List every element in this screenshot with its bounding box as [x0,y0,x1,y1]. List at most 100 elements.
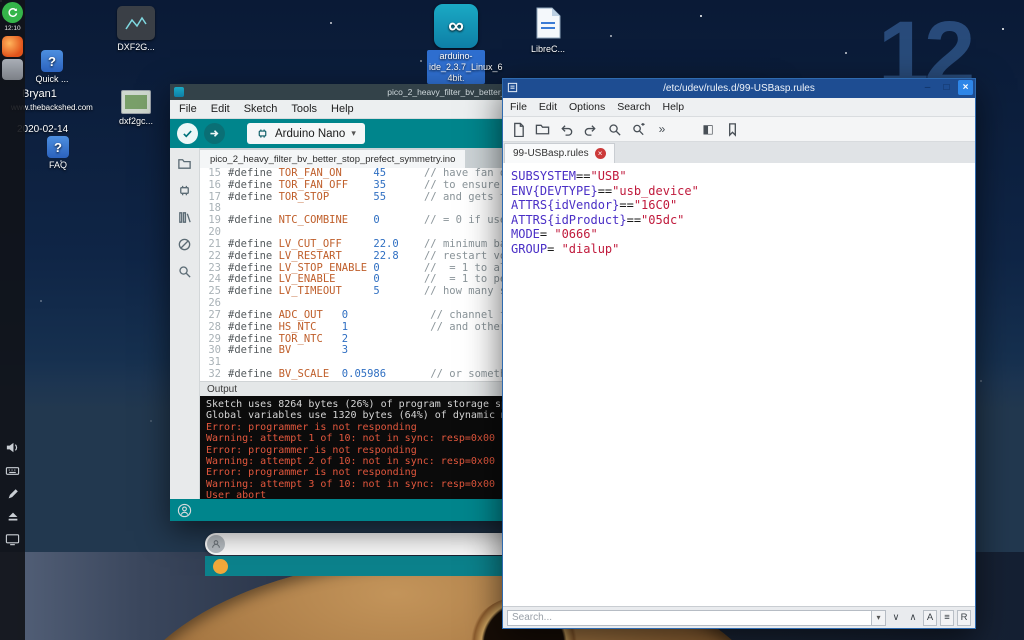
arduino-menu-sketch[interactable]: Sketch [244,103,278,115]
desktop-icon-arduino-ide[interactable]: ∞ arduino-ide_2.3.7_Linux_6 4bit. [424,4,488,84]
keyboard-icon[interactable] [2,460,23,481]
text-editor-window: /etc/udev/rules.d/99-USBasp.rules – □ × … [502,78,976,629]
editor-window-icon [507,82,518,93]
editor-menu-edit[interactable]: Edit [539,101,557,113]
eject-icon[interactable] [2,506,23,527]
board-selector-label: Arduino Nano [275,128,345,140]
browser-launcher-icon[interactable] [2,36,23,57]
text-line: ENV{DEVTYPE}=="usb_device" [511,184,975,199]
library-manager-icon[interactable] [177,210,192,225]
open-folder-icon[interactable] [532,119,552,139]
arduino-window-icon [174,87,184,97]
search-next-button[interactable]: ∨ [889,610,903,626]
volume-icon[interactable] [2,437,23,458]
editor-tabbar: 99-USBasp.rules × [503,142,975,163]
desktop-icon-label-selected: arduino-ide_2.3.7_Linux_6 4bit. [427,50,485,84]
verify-button[interactable] [177,123,198,144]
search-prev-button[interactable]: ∧ [906,610,920,626]
text-line: ATTRS{idVendor}=="16C0" [511,198,975,213]
text-line: ATTRS{idProduct}=="05dc" [511,213,975,228]
upload-button[interactable] [204,123,225,144]
editor-menu-file[interactable]: File [510,101,527,113]
search-history-dropdown[interactable]: ▾ [872,610,886,626]
boards-manager-icon[interactable] [177,183,192,198]
board-icon [256,127,269,140]
desktop-icon-label: FAQ [32,160,84,170]
dxf-app-icon [117,6,155,40]
avatar-icon [207,535,225,553]
text-line: SUBSYSTEM=="USB" [511,169,975,184]
desktop-icon-label: dxf2gc... [108,116,164,126]
arduino-menu-file[interactable]: File [179,103,197,115]
close-button[interactable]: × [958,80,973,95]
background-window-bar [205,556,502,576]
file-manager-launcher-icon[interactable] [2,59,23,80]
line-number: 32 [200,369,228,381]
regex-toggle[interactable]: R [957,610,971,626]
display-settings-icon[interactable] [2,529,23,550]
redo-icon[interactable] [580,119,600,139]
desktop-icon-label: LibreC... [516,44,580,54]
search-input[interactable] [507,610,872,626]
help-file-icon: ? [47,136,69,158]
file-tab[interactable]: 99-USBasp.rules × [504,143,615,163]
maximize-button[interactable]: □ [939,80,954,95]
editor-menu-options[interactable]: Options [569,101,605,113]
editor-titlebar[interactable]: /etc/udev/rules.d/99-USBasp.rules – □ × [503,79,975,98]
find-icon[interactable] [604,119,624,139]
desktop-icon-librecad[interactable]: LibreC... [516,4,580,54]
background-window-button[interactable] [213,559,228,574]
highlight-all-toggle[interactable]: ≡ [940,610,954,626]
arduino-menu-edit[interactable]: Edit [211,103,230,115]
applications-menu-button[interactable] [2,2,23,23]
account-icon[interactable] [177,503,192,518]
undo-icon[interactable] [556,119,576,139]
board-selector[interactable]: Arduino Nano ▾ [247,123,365,144]
chevron-down-icon: ▾ [351,128,356,139]
desktop-icon-dxf2gc[interactable]: dxf2gc... [108,90,164,126]
desktop: 12 Bryan1 www.thebackshed.com 2020-02-14… [0,0,1024,640]
find-replace-icon[interactable] [628,119,648,139]
editor-toolbar: » ◧ [503,117,975,142]
debug-icon[interactable] [177,237,192,252]
desktop-icon-label: DXF2G... [104,42,168,52]
line-number: 22 [200,251,228,263]
match-case-toggle[interactable]: A [923,610,937,626]
desktop-icon-label: Quick ... [26,74,78,84]
line-number: 16 [200,180,228,192]
arduino-icon: ∞ [434,4,478,48]
split-view-icon[interactable]: ◧ [698,119,718,139]
help-file-icon: ? [41,50,63,72]
text-line: GROUP= "dialup" [511,242,975,257]
editor-menubar: File Edit Options Search Help [503,98,975,117]
background-window-input-strip[interactable] [205,533,502,555]
sketchbook-icon[interactable] [177,156,192,171]
pen-tablet-icon[interactable] [2,483,23,504]
arduino-sidebar [170,148,200,499]
line-number: 27 [200,310,228,322]
new-file-icon[interactable] [508,119,528,139]
text-area[interactable]: SUBSYSTEM=="USB"ENV{DEVTYPE}=="usb_devic… [503,163,975,606]
libreoffice-icon [529,4,567,42]
desktop-icon-faq[interactable]: ? FAQ [32,136,84,170]
tab-close-icon[interactable]: × [595,148,606,159]
arduino-menu-tools[interactable]: Tools [291,103,317,115]
editor-window-title: /etc/udev/rules.d/99-USBasp.rules [503,83,975,94]
desktop-text-username: Bryan1 [22,88,57,100]
taskbar-panel: 12:10 [0,0,25,640]
desktop-icon-dxf2g[interactable]: DXF2G... [104,6,168,52]
minimize-button[interactable]: – [920,80,935,95]
desktop-icon-quick[interactable]: ? Quick ... [26,50,78,84]
arduino-menu-help[interactable]: Help [331,103,354,115]
bookmark-icon[interactable] [722,119,742,139]
sketch-tab[interactable]: pico_2_heavy_filter_bv_better_stop_prefe… [200,150,465,168]
line-number: 28 [200,322,228,334]
toolbar-overflow-icon[interactable]: » [652,119,672,139]
image-thumbnail-icon [121,90,151,114]
editor-menu-help[interactable]: Help [662,101,684,113]
file-tab-label: 99-USBasp.rules [513,148,589,159]
search-icon[interactable] [177,264,192,279]
editor-menu-search[interactable]: Search [617,101,650,113]
search-bar: ▾ ∨ ∧ A ≡ R [503,606,975,628]
panel-clock[interactable]: 12:10 [0,25,25,32]
